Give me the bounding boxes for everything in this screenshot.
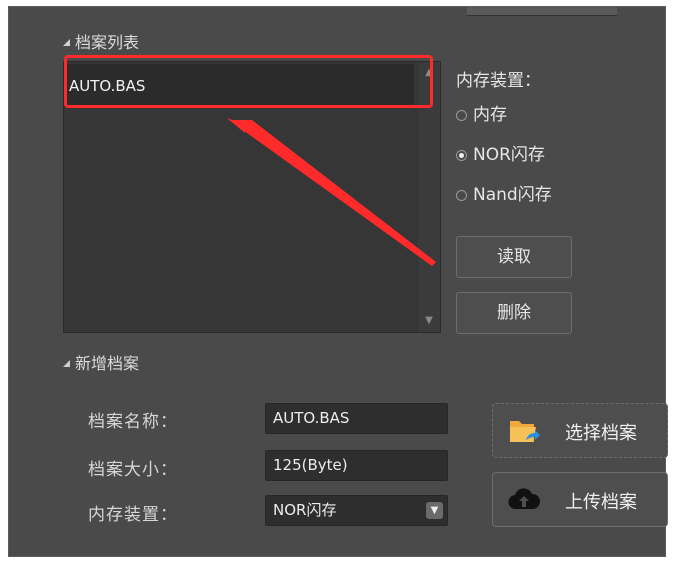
upload-label: 上传档案 bbox=[565, 492, 637, 513]
annotation-arrow-shaft bbox=[229, 120, 436, 266]
radio-button[interactable] bbox=[456, 150, 467, 161]
radio-ram[interactable]: 内存 bbox=[456, 103, 507, 127]
radio-nor-flash[interactable]: NOR闪存 bbox=[456, 143, 545, 167]
delete-button[interactable]: 删除 bbox=[456, 292, 572, 334]
storage-select-label: 内存装置： bbox=[88, 505, 178, 525]
new-file-title: 新增档案 bbox=[75, 354, 140, 373]
file-size-label: 档案大小： bbox=[88, 460, 178, 480]
radio-button[interactable] bbox=[456, 190, 467, 201]
file-name-label: 档案名称： bbox=[88, 412, 178, 432]
storage-select-value: NOR闪存 bbox=[273, 501, 337, 519]
storage-select[interactable]: NOR闪存 ▼ bbox=[265, 495, 448, 526]
radio-label: NOR闪存 bbox=[473, 145, 545, 165]
chevron-down-icon[interactable]: ▼ bbox=[426, 502, 443, 519]
radio-label: 内存 bbox=[473, 105, 507, 125]
read-button[interactable]: 读取 bbox=[456, 236, 572, 278]
upload-file-button[interactable]: 上传档案 bbox=[492, 472, 668, 527]
radio-nand-flash[interactable]: Nand闪存 bbox=[456, 183, 552, 207]
file-size-field[interactable]: 125(Byte) bbox=[265, 450, 448, 481]
radio-label: Nand闪存 bbox=[473, 185, 552, 205]
file-name-field[interactable]: AUTO.BAS bbox=[265, 403, 448, 434]
radio-button[interactable] bbox=[456, 110, 467, 121]
storage-label: 内存装置： bbox=[456, 71, 541, 91]
select-file-button[interactable]: 选择档案 bbox=[492, 403, 668, 458]
triangle-down-icon bbox=[63, 360, 70, 367]
select-file-label: 选择档案 bbox=[565, 423, 637, 444]
cloud-upload-icon bbox=[508, 488, 540, 510]
new-file-section-header[interactable]: 新增档案 bbox=[63, 350, 139, 374]
folder-open-icon bbox=[510, 421, 540, 442]
